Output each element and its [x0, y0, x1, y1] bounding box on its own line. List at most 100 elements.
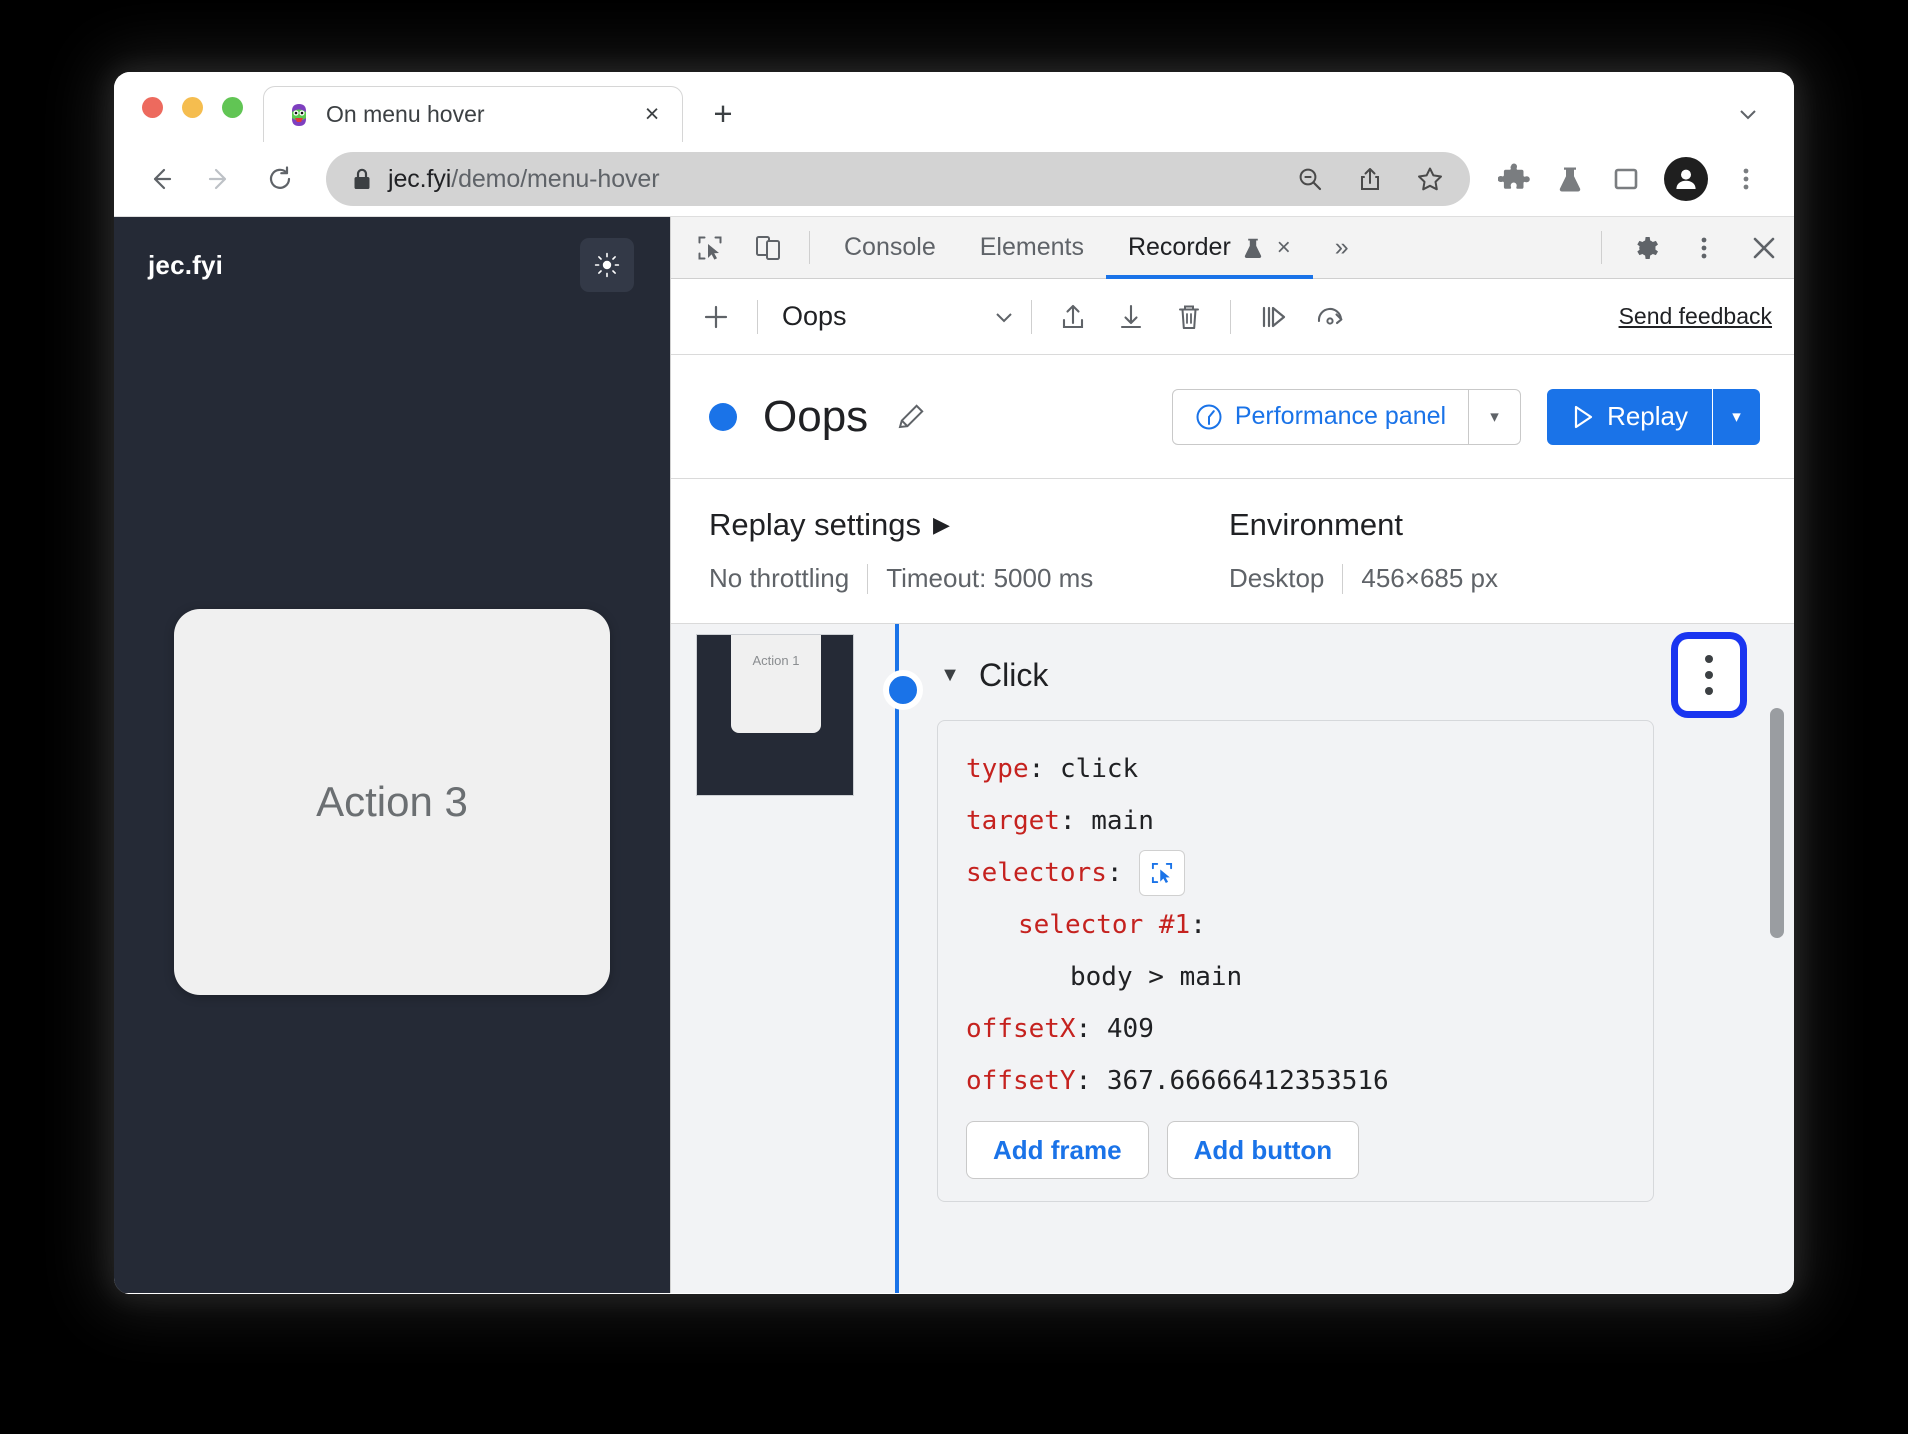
forward-arrow-icon[interactable] [192, 151, 248, 207]
pencil-icon[interactable] [890, 396, 932, 438]
detail-value: 409 [1106, 1014, 1154, 1044]
new-tab-button[interactable]: + [695, 86, 751, 142]
replay-settings-section: Replay settings ▶ No throttling Timeout:… [709, 507, 1229, 623]
detail-key: type [966, 754, 1029, 784]
action-card[interactable]: Action 3 [174, 609, 610, 995]
profile-avatar-icon[interactable] [1664, 157, 1708, 201]
environment-values: Desktop 456×685 px [1229, 563, 1498, 594]
tab-recorder[interactable]: Recorder × [1105, 217, 1313, 279]
bookmark-star-icon[interactable] [1408, 157, 1452, 201]
tab-recorder-label: Recorder [1127, 233, 1231, 261]
replay-button-label: Replay [1607, 401, 1688, 431]
detail-value: body > main [1070, 962, 1243, 992]
divider [1601, 231, 1602, 264]
zoom-out-icon[interactable] [1288, 157, 1332, 201]
maximize-window-button[interactable] [222, 96, 243, 118]
export-upload-icon[interactable] [1046, 290, 1100, 344]
lock-icon [352, 167, 372, 191]
device-toolbar-icon[interactable] [739, 217, 797, 278]
performance-panel-group: Performance panel ▾ [1171, 388, 1522, 445]
detail-colon: : [1190, 910, 1206, 940]
kebab-dot [1705, 687, 1713, 695]
chrome-menu-icon[interactable] [1720, 153, 1772, 205]
add-recording-button[interactable] [689, 290, 743, 344]
devtools-tabbar: Console Elements Recorder × » [671, 217, 1794, 279]
tab-elements-label: Elements [979, 233, 1084, 261]
replay-button[interactable]: Replay [1547, 389, 1712, 445]
divider [1230, 299, 1232, 334]
disclosure-triangle-icon[interactable]: ▼ [937, 664, 963, 687]
tab-title: On menu hover [326, 101, 485, 127]
step-screenshot-thumbnail[interactable]: Action 1 [696, 634, 854, 796]
kebab-menu-icon[interactable] [1674, 217, 1734, 278]
browser-tab-strip: On menu hover × + [114, 72, 1794, 142]
close-window-button[interactable] [142, 96, 163, 118]
replay-caret-icon[interactable]: ▾ [1712, 388, 1760, 445]
step-detail-type: type: click [966, 743, 1653, 795]
recorder-toolbar: Oops Send feedback [671, 279, 1794, 355]
timeline-line [895, 624, 899, 1293]
add-button-button[interactable]: Add button [1166, 1121, 1360, 1179]
share-icon[interactable] [1348, 157, 1392, 201]
replay-speed-icon[interactable] [1303, 290, 1357, 344]
devtools-panel: Console Elements Recorder × » Oops Send … [670, 217, 1794, 1293]
chevron-down-icon[interactable] [1720, 86, 1776, 142]
step-detail-target: target: main [966, 795, 1653, 847]
replay-settings-header[interactable]: Replay settings ▶ [709, 507, 1229, 543]
address-bar[interactable]: jec.fyi/demo/menu-hover [326, 152, 1470, 206]
step-detail-offsetx: offsetX: 409 [966, 1003, 1653, 1055]
send-feedback-link[interactable]: Send feedback [1619, 303, 1772, 330]
kebab-dot [1705, 671, 1713, 679]
step-panel: ▼ Click type: click target: main selecto… [915, 624, 1794, 1293]
detail-key: offsetY [966, 1066, 1076, 1096]
sun-icon[interactable] [580, 238, 634, 292]
step-detail-offsety: offsetY: 367.66666412353516 [966, 1055, 1653, 1107]
performance-panel-caret-icon[interactable]: ▾ [1468, 389, 1520, 444]
reload-icon[interactable] [252, 151, 308, 207]
performance-panel-button[interactable]: Performance panel [1173, 390, 1468, 444]
settings-strip: Replay settings ▶ No throttling Timeout:… [671, 479, 1794, 624]
back-arrow-icon[interactable] [132, 151, 188, 207]
side-panel-icon[interactable] [1600, 153, 1652, 205]
selector-picker-icon[interactable] [1138, 850, 1185, 896]
close-icon[interactable]: × [636, 99, 668, 131]
steps-scrollbar[interactable] [1770, 708, 1784, 938]
url-host: jec.fyi [388, 164, 452, 193]
step-over-icon[interactable] [1245, 290, 1299, 344]
tab-console[interactable]: Console [822, 217, 958, 278]
detail-colon: : [1075, 1066, 1107, 1096]
replay-settings-title: Replay settings [709, 507, 921, 542]
recording-selector[interactable]: Oops [772, 301, 1017, 332]
kebab-dot [1705, 655, 1713, 663]
close-icon[interactable]: × [1277, 234, 1291, 262]
import-download-icon[interactable] [1104, 290, 1158, 344]
detail-key: selectors [966, 858, 1107, 888]
step-detail-selectors: selectors: [966, 847, 1653, 899]
page-brand: jec.fyi [148, 249, 224, 280]
browser-tab[interactable]: On menu hover × [263, 86, 683, 142]
minimize-window-button[interactable] [182, 96, 203, 118]
recording-header: Oops Performance panel ▾ Replay ▾ [671, 355, 1794, 479]
performance-gauge-icon [1195, 403, 1223, 431]
detail-colon: : [1028, 754, 1060, 784]
content-area: jec.fyi Action 3 Console Elements Record… [114, 217, 1794, 1293]
flask-icon[interactable] [1544, 153, 1596, 205]
close-icon[interactable] [1734, 217, 1794, 278]
gear-icon[interactable] [1614, 217, 1674, 278]
detail-value: click [1059, 754, 1139, 784]
timeline-rail [879, 624, 923, 1293]
tab-elements[interactable]: Elements [958, 217, 1106, 278]
chevron-down-icon[interactable] [991, 304, 1017, 330]
browser-toolbar: jec.fyi/demo/menu-hover [114, 142, 1794, 217]
extensions-puzzle-icon[interactable] [1488, 153, 1540, 205]
address-bar-url: jec.fyi/demo/menu-hover [388, 165, 1272, 194]
step-kebab-menu-icon[interactable] [1678, 639, 1740, 711]
add-frame-button[interactable]: Add frame [966, 1121, 1149, 1179]
trash-icon[interactable] [1162, 290, 1216, 344]
detail-colon: : [1106, 858, 1123, 888]
inspect-element-icon[interactable] [681, 217, 739, 278]
detail-colon: : [1075, 1014, 1107, 1044]
recording-selector-value: Oops [782, 301, 847, 331]
environment-header: Environment [1229, 507, 1498, 543]
more-tabs-button[interactable]: » [1313, 217, 1371, 278]
